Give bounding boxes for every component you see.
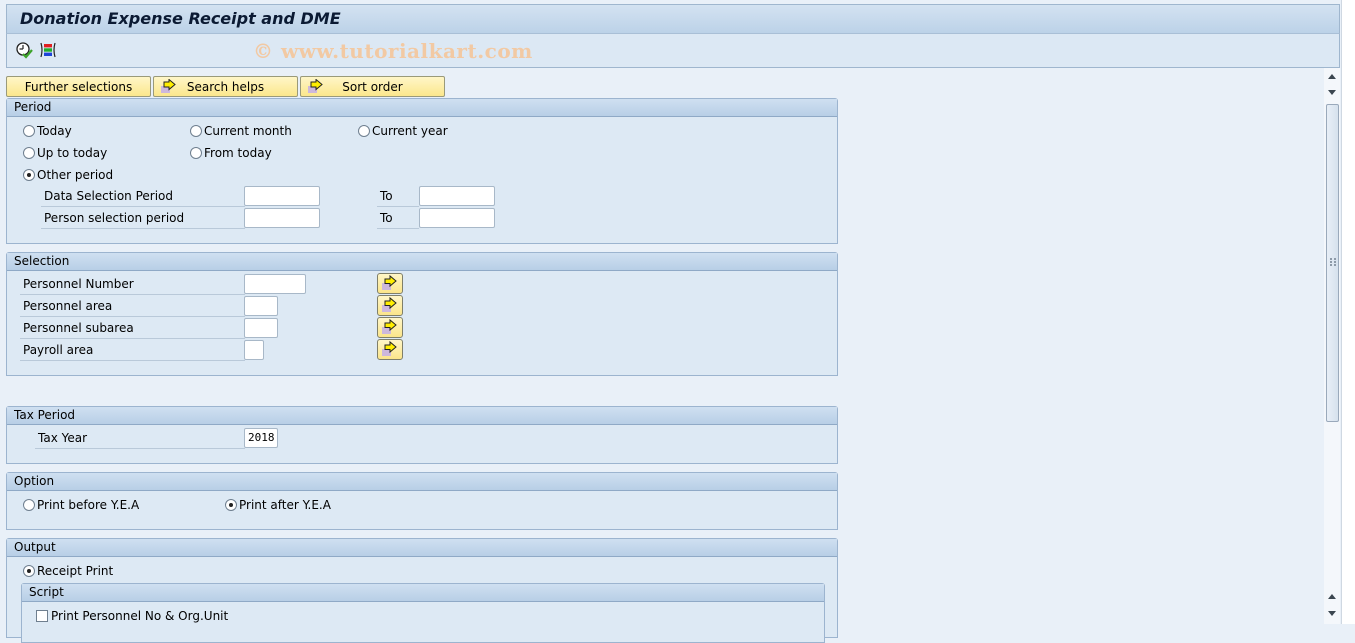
- arrow-right-icon: [382, 318, 397, 334]
- further-selections-button[interactable]: Further selections: [6, 76, 151, 97]
- person-selection-period-from-input[interactable]: [244, 208, 320, 228]
- radio-current-year[interactable]: Current year: [358, 124, 448, 138]
- radio-label: Other period: [37, 168, 114, 182]
- person-selection-period-label: Person selection period: [41, 208, 245, 229]
- personnel-subarea-multiple-selection-button[interactable]: [377, 317, 403, 338]
- arrow-right-icon: [307, 78, 325, 98]
- person-selection-to-label: To: [377, 208, 419, 229]
- radio-circle: [190, 147, 202, 159]
- selection-group-title: Selection: [7, 253, 837, 271]
- period-group: Period Today Current month Current year …: [6, 98, 838, 244]
- selection-group: Selection Personnel Number Personnel are…: [6, 252, 838, 376]
- radio-receipt-print[interactable]: Receipt Print: [23, 564, 113, 578]
- radio-label: Print before Y.E.A: [37, 498, 140, 512]
- script-group: Script Print Personnel No & Org.Unit: [21, 583, 825, 643]
- data-selection-to-label: To: [377, 186, 419, 207]
- radio-circle: [23, 125, 35, 137]
- period-group-title: Period: [7, 99, 837, 117]
- output-group: Output Receipt Print Script Print Person…: [6, 538, 838, 643]
- output-group-title: Output: [7, 539, 837, 557]
- personnel-area-input[interactable]: [244, 296, 278, 316]
- radio-from-today[interactable]: From today: [190, 146, 272, 160]
- script-group-title: Script: [22, 584, 824, 602]
- option-group-title: Option: [7, 473, 837, 491]
- personnel-subarea-input[interactable]: [244, 318, 278, 338]
- radio-up-to-today[interactable]: Up to today: [23, 146, 107, 160]
- watermark: © www.tutorialkart.com: [253, 39, 533, 63]
- radio-label: Current year: [372, 124, 448, 138]
- tax-year-label: Tax Year: [35, 428, 245, 449]
- radio-current-month[interactable]: Current month: [190, 124, 292, 138]
- personnel-number-multiple-selection-button[interactable]: [377, 273, 403, 294]
- radio-circle-selected: [23, 169, 35, 181]
- payroll-area-label: Payroll area: [20, 340, 245, 361]
- data-selection-period-to-input[interactable]: [419, 186, 495, 206]
- personnel-number-input[interactable]: [244, 274, 306, 294]
- radio-circle-selected: [23, 565, 35, 577]
- vertical-scrollbar[interactable]: [1324, 68, 1340, 624]
- radio-circle: [358, 125, 370, 137]
- radio-label: Today: [37, 124, 72, 138]
- execute-clock-icon[interactable]: [15, 41, 33, 59]
- title-bar: Donation Expense Receipt and DME: [6, 4, 1340, 34]
- application-toolbar: © www.tutorialkart.com: [6, 34, 1340, 68]
- radio-label: From today: [204, 146, 272, 160]
- scroll-up-icon[interactable]: [1326, 590, 1338, 604]
- scroll-down-icon[interactable]: [1326, 85, 1338, 99]
- arrow-right-icon: [382, 296, 397, 312]
- radio-label: Current month: [204, 124, 292, 138]
- personnel-area-label: Personnel area: [20, 296, 245, 317]
- personnel-area-multiple-selection-button[interactable]: [377, 295, 403, 316]
- data-selection-period-label: Data Selection Period: [41, 186, 245, 207]
- radio-circle-selected: [225, 499, 237, 511]
- tax-period-group: Tax Period Tax Year 2018: [6, 406, 838, 464]
- radio-print-before-yea[interactable]: Print before Y.E.A: [23, 498, 139, 512]
- scroll-down-icon[interactable]: [1326, 606, 1338, 620]
- payroll-area-input[interactable]: [244, 340, 264, 360]
- radio-other-period[interactable]: Other period: [23, 168, 113, 182]
- radio-today[interactable]: Today: [23, 124, 72, 138]
- sort-order-button[interactable]: Sort order: [300, 76, 445, 97]
- checkbox-box: [36, 610, 48, 622]
- print-personnel-no-checkbox[interactable]: Print Personnel No & Org.Unit: [36, 609, 228, 623]
- arrow-right-icon: [382, 274, 397, 290]
- scroll-up-icon[interactable]: [1326, 70, 1338, 84]
- variant-selection-icon[interactable]: [39, 41, 57, 59]
- radio-label: Up to today: [37, 146, 108, 160]
- search-helps-button[interactable]: Search helps: [153, 76, 298, 97]
- personnel-number-label: Personnel Number: [20, 274, 245, 295]
- arrow-right-icon: [160, 78, 178, 98]
- sort-order-label: Sort order: [342, 79, 403, 94]
- arrow-right-icon: [382, 340, 397, 356]
- tax-year-input[interactable]: 2018: [244, 428, 278, 448]
- further-selections-label: Further selections: [24, 79, 133, 94]
- option-group: Option Print before Y.E.A Print after Y.…: [6, 472, 838, 530]
- data-selection-period-from-input[interactable]: [244, 186, 320, 206]
- personnel-subarea-label: Personnel subarea: [20, 318, 245, 339]
- scrollbar-thumb[interactable]: [1326, 104, 1339, 422]
- tax-period-group-title: Tax Period: [7, 407, 837, 425]
- radio-circle: [23, 147, 35, 159]
- window-right-edge: [1341, 0, 1355, 624]
- radio-circle: [23, 499, 35, 511]
- page-title: Donation Expense Receipt and DME: [20, 9, 341, 28]
- selection-screen: Further selections Search helps Sort ord…: [0, 68, 1322, 643]
- payroll-area-multiple-selection-button[interactable]: [377, 339, 403, 360]
- radio-label: Print after Y.E.A: [239, 498, 331, 512]
- person-selection-period-to-input[interactable]: [419, 208, 495, 228]
- grip-icon: [1330, 258, 1336, 266]
- radio-print-after-yea[interactable]: Print after Y.E.A: [225, 498, 331, 512]
- radio-circle: [190, 125, 202, 137]
- search-helps-label: Search helps: [186, 79, 265, 94]
- radio-label: Receipt Print: [37, 564, 114, 578]
- checkbox-label: Print Personnel No & Org.Unit: [51, 609, 229, 623]
